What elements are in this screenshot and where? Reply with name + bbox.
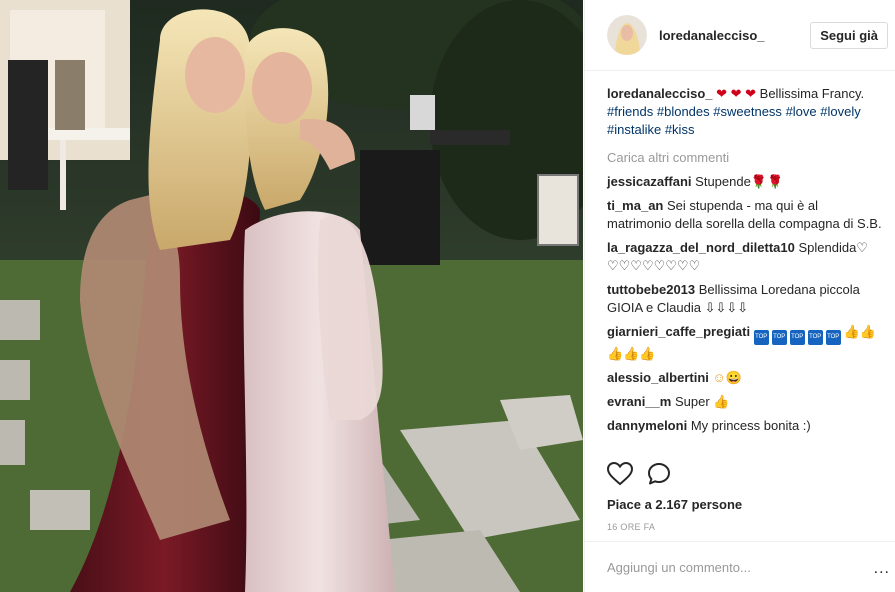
comment-username[interactable]: giarnieri_caffe_pregiati xyxy=(607,324,750,339)
comment-username[interactable]: evrani__m xyxy=(607,394,671,409)
caption-text: Bellissima Francy. xyxy=(759,86,865,101)
comments-list: loredanalecciso_ ❤ ❤ ❤ Bellissima Francy… xyxy=(585,71,895,435)
post-caption: loredanalecciso_ ❤ ❤ ❤ Bellissima Francy… xyxy=(607,85,884,139)
instagram-post: loredanalecciso_ Segui già loredanalecci… xyxy=(0,0,895,592)
comment: giarnieri_caffe_pregiati TOP TOP TOP TOP TOP… xyxy=(607,323,884,363)
post-side-panel: loredanalecciso_ Segui già loredanalecci… xyxy=(584,0,895,592)
hashtag[interactable]: #blondes xyxy=(657,104,710,119)
top-badge-icon: TOP xyxy=(807,330,823,345)
caption-username[interactable]: loredanalecciso_ xyxy=(607,86,713,101)
comment-text: Super xyxy=(674,394,710,409)
hashtag[interactable]: #instalike xyxy=(607,122,661,137)
hashtag[interactable]: #friends xyxy=(607,104,653,119)
comment-bubble-icon[interactable] xyxy=(647,462,671,491)
photo-illustration xyxy=(0,0,583,592)
comment-username[interactable]: dannymeloni xyxy=(607,418,687,433)
avatar-image xyxy=(607,15,647,55)
comment: dannymeloni My princess bonita :) xyxy=(607,417,884,435)
comment-username[interactable]: alessio_albertini xyxy=(607,370,709,385)
post-actions xyxy=(606,461,671,491)
follow-button[interactable]: Segui già xyxy=(810,21,888,49)
comment-username[interactable]: ti_ma_an xyxy=(607,198,663,213)
hashtag[interactable]: #love xyxy=(786,104,817,119)
comment: tuttobebe2013 Bellissima Loredana piccol… xyxy=(607,281,884,317)
comment-text: My princess bonita :) xyxy=(690,418,811,433)
comment: evrani__m Super 👍 xyxy=(607,393,884,411)
comment: la_ragazza_del_nord_diletta10 Splendida♡… xyxy=(607,239,884,275)
comment: alessio_albertini ☺😀 xyxy=(607,369,884,387)
header-username[interactable]: loredanalecciso_ xyxy=(659,28,810,43)
top-badge-icon: TOP xyxy=(753,330,769,345)
hashtag[interactable]: #lovely xyxy=(820,104,860,119)
heart-emoji-icon: ❤ ❤ ❤ xyxy=(716,86,757,101)
add-comment-input[interactable]: Aggiungi un commento... xyxy=(585,541,895,592)
hashtag[interactable]: #kiss xyxy=(665,122,695,137)
comment-username[interactable]: jessicazaffani xyxy=(607,174,692,189)
hashtag[interactable]: #sweetness xyxy=(713,104,782,119)
rose-emoji-icon: 🌹🌹 xyxy=(750,174,784,189)
load-more-comments-link[interactable]: Carica altri commenti xyxy=(607,149,884,167)
top-badge-icon: TOP xyxy=(771,330,787,345)
post-timestamp: 16 ORE FA xyxy=(607,522,656,532)
likes-count[interactable]: Piace a 2.167 persone xyxy=(607,497,742,512)
comment: jessicazaffani Stupende🌹🌹 xyxy=(607,173,884,191)
thumbs-up-emoji-icon: 👍 xyxy=(713,394,730,409)
comment-text: Stupende xyxy=(695,174,751,189)
comment: ti_ma_an Sei stupenda - ma qui è al matr… xyxy=(607,197,884,233)
top-badge-icon: TOP xyxy=(825,330,841,345)
top-badge-icon: TOP xyxy=(789,330,805,345)
more-options-icon[interactable]: ... xyxy=(874,560,890,578)
smile-emoji-icon: ☺😀 xyxy=(712,370,742,385)
like-heart-icon[interactable] xyxy=(606,461,634,491)
arrow-emoji-icon: ⇩⇩⇩⇩ xyxy=(704,300,749,315)
comment-username[interactable]: la_ragazza_del_nord_diletta10 xyxy=(607,240,795,255)
post-photo[interactable] xyxy=(0,0,583,592)
avatar[interactable] xyxy=(607,15,647,55)
post-header: loredanalecciso_ Segui già xyxy=(585,0,895,71)
comment-username[interactable]: tuttobebe2013 xyxy=(607,282,695,297)
